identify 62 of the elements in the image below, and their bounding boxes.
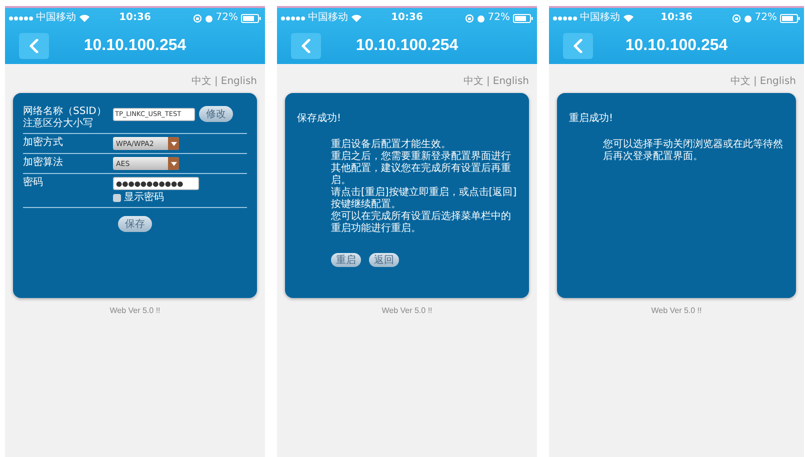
- battery-percent: 72%: [488, 12, 510, 24]
- back-chevron-icon: [29, 39, 39, 53]
- back-chevron-icon: [573, 39, 583, 53]
- rotation-lock-icon: [192, 14, 202, 22]
- back-chevron-icon: [301, 39, 311, 53]
- message-text: 请点击[重启]按键立即重启，或点击[返回]按键继续配置。: [331, 187, 517, 210]
- field-hint: 注意区分大小写: [23, 118, 94, 130]
- message-heading: 重启成功!: [569, 113, 614, 125]
- status-time: 10:36: [660, 12, 692, 24]
- message-text: 您可以选择手动关闭浏览器或在此等待然后再次登录配置界面。: [603, 139, 784, 163]
- message-text: 重启设备后配置才能生效。: [331, 139, 452, 150]
- action-button[interactable]: 重启: [331, 253, 361, 267]
- battery-icon: [513, 14, 533, 22]
- carrier-name: 中国移动: [580, 12, 620, 24]
- back-button[interactable]: [19, 33, 49, 59]
- battery-icon: [241, 14, 261, 22]
- battery-percent: 72%: [754, 12, 777, 24]
- rotation-lock-icon: [732, 14, 741, 22]
- battery-icon: [780, 14, 800, 22]
- dropdown-arrow-icon: [170, 142, 176, 146]
- field-label: 加密算法: [23, 157, 64, 169]
- back-button[interactable]: [291, 33, 321, 59]
- modify-button[interactable]: 修改: [199, 106, 233, 122]
- language-link[interactable]: English: [220, 76, 257, 88]
- page-title: 10.10.100.254: [84, 37, 186, 55]
- status-time: 10:36: [391, 12, 423, 24]
- language-link[interactable]: 中文: [464, 76, 484, 88]
- language-link[interactable]: English: [492, 76, 529, 88]
- field-label: 密码: [23, 177, 44, 189]
- carrier-name: 中国移动: [36, 12, 76, 24]
- rotation-lock-icon: [464, 14, 474, 22]
- back-button[interactable]: [563, 33, 593, 59]
- battery-percent: 72%: [216, 12, 238, 24]
- wifi-icon: [79, 14, 90, 22]
- carrier-name: 中国移动: [308, 12, 348, 24]
- signal-icon: [553, 16, 577, 20]
- field-label: 网络名称（SSID）: [23, 106, 108, 118]
- version-text: Web Ver 5.0 !!: [108, 306, 162, 315]
- language-link[interactable]: 中文: [730, 76, 751, 88]
- checkbox-label: 显示密码: [124, 192, 164, 204]
- wifi-icon: [623, 14, 634, 22]
- action-button[interactable]: 返回: [369, 253, 399, 267]
- separator: |: [754, 76, 757, 88]
- save-button[interactable]: 保存: [118, 216, 152, 232]
- page-title: 10.10.100.254: [625, 37, 728, 55]
- language-link[interactable]: English: [760, 76, 796, 88]
- message-text: 重启之后，您需要重新登录配置界面进行其他配置，建议您在完成所有设置后再重启。: [331, 151, 512, 186]
- checkbox[interactable]: [113, 194, 121, 202]
- page-title: 10.10.100.254: [356, 37, 458, 55]
- signal-icon: [281, 16, 305, 20]
- version-text: Web Ver 5.0 !!: [380, 306, 434, 315]
- wifi-icon: [351, 14, 362, 22]
- status-time: 10:36: [119, 12, 151, 24]
- dropdown-arrow-icon: [170, 162, 176, 166]
- separator: |: [214, 76, 218, 88]
- version-text: Web Ver 5.0 !!: [650, 306, 703, 315]
- message-text: 您可以在完成所有设置后选择菜单栏中的重启功能进行重启。: [331, 211, 512, 235]
- message-heading: 保存成功!: [297, 113, 342, 125]
- field-label: 加密方式: [23, 137, 64, 149]
- separator: |: [486, 76, 490, 88]
- signal-icon: [9, 16, 33, 20]
- language-link[interactable]: 中文: [192, 76, 212, 88]
